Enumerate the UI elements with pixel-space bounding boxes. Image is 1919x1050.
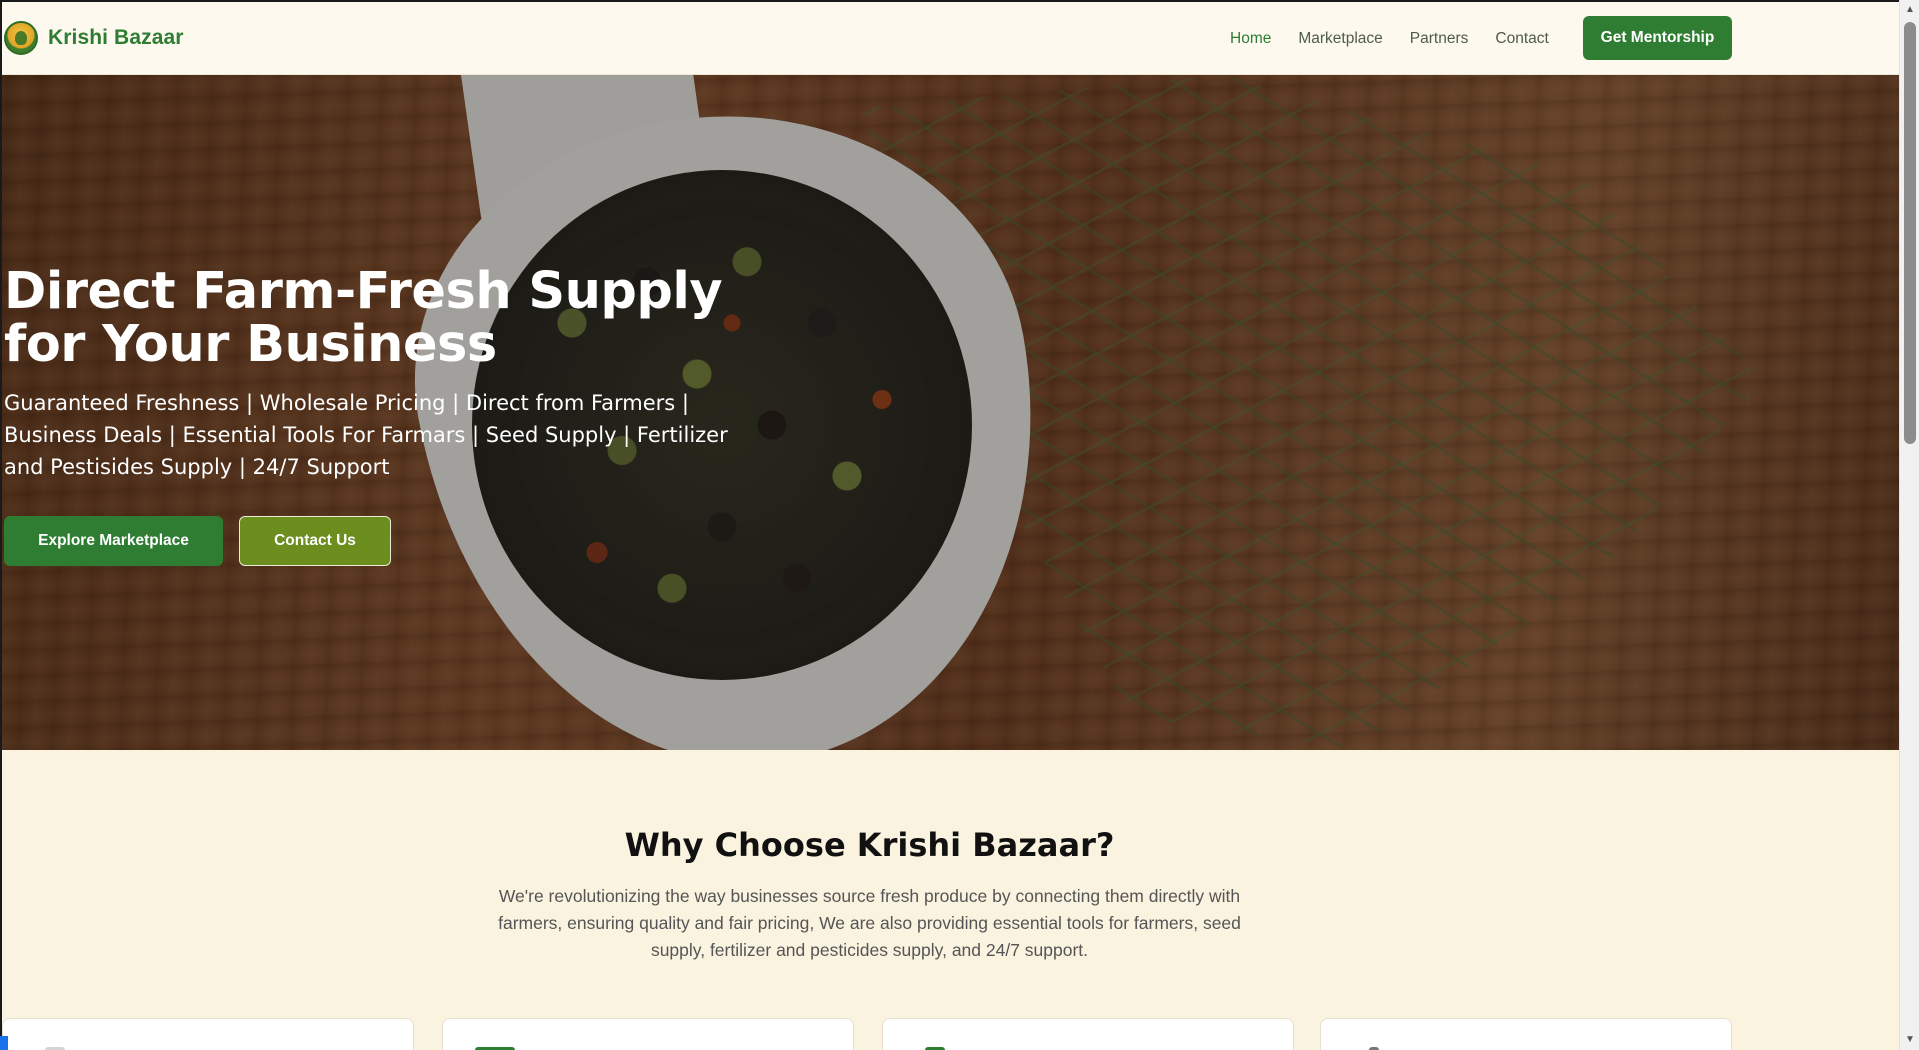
window-frame-top [0,0,1919,2]
nav-link-contact[interactable]: Contact [1495,30,1548,48]
nav-links: Home Marketplace Partners Contact [1230,2,1576,75]
brand-name: Krishi Bazaar [48,26,184,49]
vertical-scrollbar[interactable]: ▲ ▼ [1899,0,1919,1050]
navbar: Krishi Bazaar Home Marketplace Partners … [2,2,1899,75]
scroll-up-arrow-icon[interactable]: ▲ [1904,4,1916,16]
feature-card [1320,1018,1732,1050]
brand-link[interactable]: Krishi Bazaar [4,21,184,55]
why-choose-description: We're revolutionizing the way businesses… [498,886,1241,960]
why-choose-title: Why Choose Krishi Bazaar? [624,826,1115,864]
explore-marketplace-button[interactable]: Explore Marketplace [4,516,223,566]
taskbar-edge [0,1036,8,1050]
hero-section: Direct Farm-Fresh Supply for Your Busine… [2,75,1899,750]
get-mentorship-button[interactable]: Get Mentorship [1583,16,1732,60]
hero-subtitle: Guaranteed Freshness | Wholesale Pricing… [4,391,728,479]
feature-card [882,1018,1294,1050]
nav-link-marketplace[interactable]: Marketplace [1298,30,1382,48]
feature-card [2,1018,414,1050]
why-choose-section: Why Choose Krishi Bazaar? We're revoluti… [2,750,1899,1050]
page: Krishi Bazaar Home Marketplace Partners … [2,2,1899,1050]
scroll-down-arrow-icon[interactable]: ▼ [1904,1034,1916,1046]
nav-link-partners[interactable]: Partners [1410,30,1469,48]
krishi-bazaar-logo-icon [4,21,38,55]
window-frame-left [0,0,2,1050]
contact-us-button[interactable]: Contact Us [239,516,391,566]
nav-link-home[interactable]: Home [1230,30,1271,48]
feature-card [442,1018,854,1050]
scrollbar-thumb[interactable] [1904,22,1916,444]
hero-title: Direct Farm-Fresh Supply for Your Busine… [4,262,723,374]
